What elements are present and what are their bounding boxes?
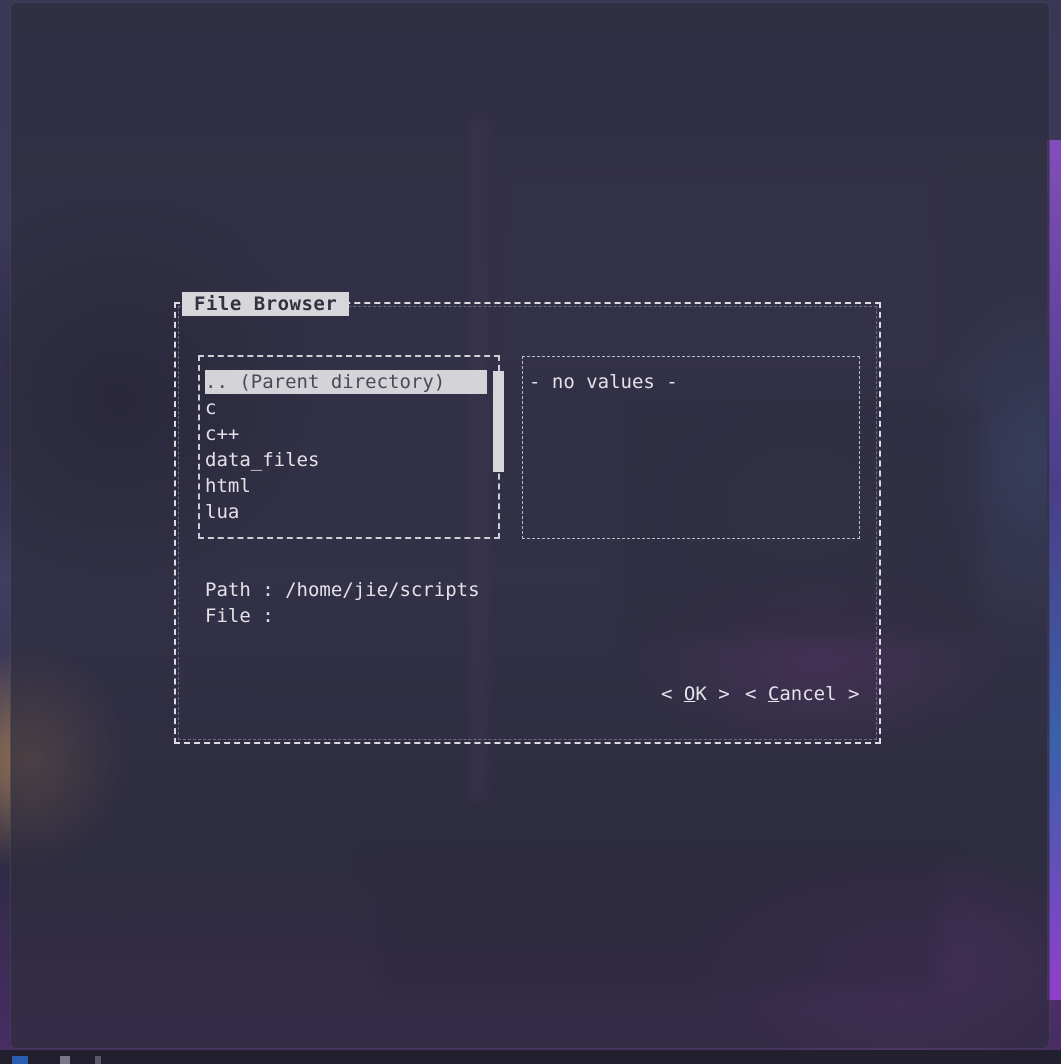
desktop: File Browser .. (Parent directory) c c++… [0, 0, 1061, 1064]
taskbar-app-icon[interactable] [95, 1056, 101, 1064]
list-item[interactable]: html [205, 473, 251, 499]
list-item[interactable]: lua [205, 499, 239, 525]
start-menu-icon[interactable] [12, 1056, 28, 1064]
cancel-label: ancel [779, 683, 837, 705]
ok-bracket-left: < [661, 683, 684, 705]
list-item-parent-directory[interactable]: .. (Parent directory) [205, 370, 487, 394]
path-label: Path : /home/jie/scripts [205, 579, 480, 601]
ok-bracket-right: > [706, 683, 730, 705]
cancel-hotkey: C [767, 683, 780, 705]
cancel-button[interactable]: < Cancel > [745, 681, 859, 707]
ok-hotkey: O [683, 683, 696, 705]
dialog-title: File Browser [182, 292, 350, 316]
ok-button[interactable]: < OK > [661, 681, 730, 707]
list-item[interactable]: c [205, 395, 216, 421]
cancel-bracket-right: > [836, 683, 860, 705]
file-field[interactable]: File : [205, 603, 274, 629]
list-item[interactable]: c++ [205, 421, 239, 447]
cancel-bracket-left: < [745, 683, 768, 705]
taskbar-app-icon[interactable] [60, 1056, 70, 1064]
taskbar [0, 1050, 1061, 1064]
values-placeholder: - no values - [529, 371, 678, 393]
ok-label: K [695, 683, 707, 705]
list-scrollbar[interactable] [493, 371, 504, 472]
list-item[interactable]: data_files [205, 447, 319, 473]
